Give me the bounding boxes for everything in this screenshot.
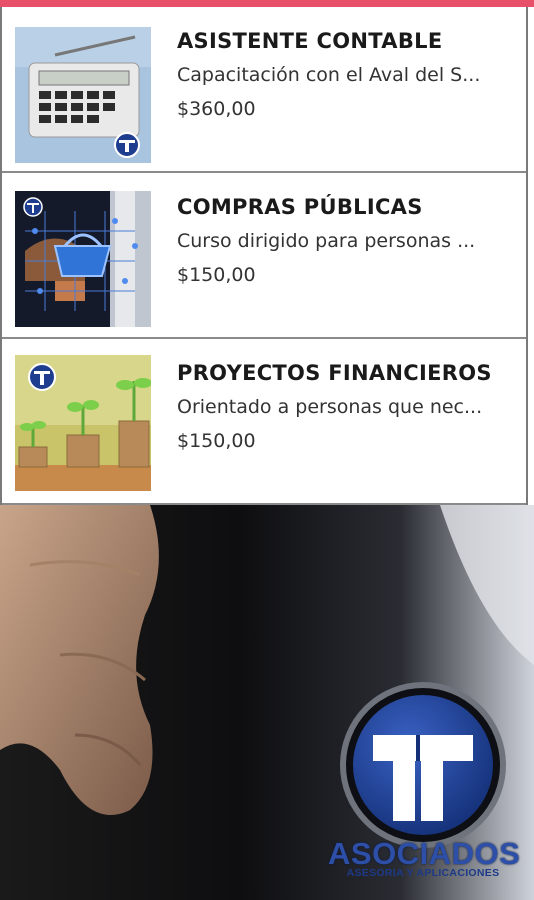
product-thumbnail bbox=[15, 191, 151, 327]
product-thumbnail bbox=[15, 355, 151, 491]
product-price: $150,00 bbox=[177, 430, 256, 452]
product-list: ASISTENTE CONTABLE Capacitación con el A… bbox=[0, 7, 528, 505]
product-description: Capacitación con el Aval del S... bbox=[177, 64, 481, 86]
product-title: PROYECTOS FINANCIEROS bbox=[177, 361, 492, 385]
coin-plants-icon bbox=[15, 355, 151, 491]
brand-name: ASOCIADOS bbox=[328, 836, 521, 871]
product-description: Curso dirigido para personas ... bbox=[177, 230, 476, 252]
brand-tagline: ASESORIA Y APLICACIONES bbox=[346, 867, 500, 879]
product-item-proyectos-financieros[interactable]: PROYECTOS FINANCIEROS Orientado a person… bbox=[2, 339, 526, 505]
product-description: Orientado a personas que nec... bbox=[177, 396, 483, 418]
shopping-basket-icon bbox=[15, 191, 151, 327]
top-accent-bar bbox=[0, 0, 534, 7]
asociados-logo-icon bbox=[340, 682, 506, 848]
product-item-asistente-contable[interactable]: ASISTENTE CONTABLE Capacitación con el A… bbox=[2, 7, 526, 173]
calculator-icon bbox=[15, 27, 151, 163]
product-item-compras-publicas[interactable]: COMPRAS PÚBLICAS Curso dirigido para per… bbox=[2, 173, 526, 339]
brand-wordmark: ASOCIADOS ASESORIA Y APLICACIONES bbox=[328, 836, 521, 880]
product-thumbnail bbox=[15, 27, 151, 163]
product-title: ASISTENTE CONTABLE bbox=[177, 29, 443, 53]
product-price: $150,00 bbox=[177, 264, 256, 286]
product-title: COMPRAS PÚBLICAS bbox=[177, 195, 423, 219]
product-price: $360,00 bbox=[177, 98, 256, 120]
